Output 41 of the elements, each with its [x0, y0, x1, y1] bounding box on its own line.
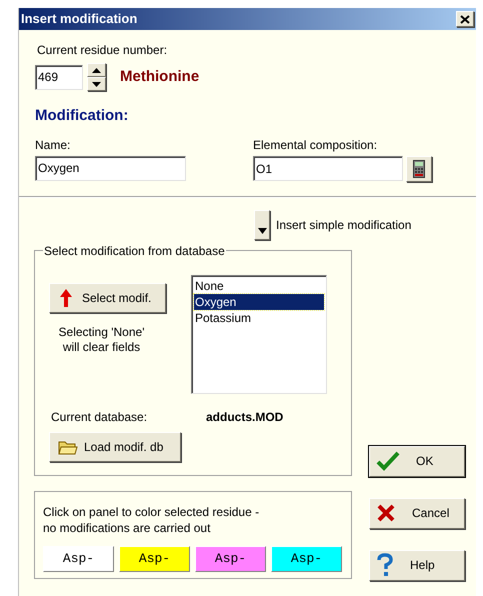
residue-number-field[interactable]: 469: [35, 64, 83, 90]
question-mark-icon: [376, 553, 394, 577]
panel-instructions: Click on panel to color selected residue - no modifications are carried out: [43, 504, 260, 536]
color-swatch[interactable]: Asp-: [195, 546, 266, 572]
list-item[interactable]: Oxygen: [194, 294, 324, 310]
close-icon: [376, 503, 396, 523]
check-icon: [376, 451, 400, 471]
field-label: Elemental composition:: [253, 136, 378, 154]
caret-icon: [258, 228, 266, 234]
dropdown-button[interactable]: [254, 210, 270, 240]
help-button[interactable]: Help: [369, 550, 465, 580]
button-label: Insert simple modification: [276, 216, 412, 234]
window-title: Insert modification: [21, 10, 138, 28]
list-item[interactable]: Potassium: [194, 310, 324, 326]
field-label: Current residue number:: [37, 42, 168, 59]
section-heading: Modification:: [35, 106, 130, 126]
load-button[interactable]: Load modif. db: [49, 432, 181, 462]
calculator-button[interactable]: [406, 156, 432, 182]
cancel-button[interactable]: Cancel: [369, 498, 465, 528]
color-swatch[interactable]: Asp-: [271, 546, 342, 572]
field-label: Name:: [35, 136, 72, 154]
color-swatch[interactable]: Asp-: [43, 546, 114, 572]
residue-name: Methionine: [120, 66, 200, 87]
ok-button[interactable]: OK: [369, 446, 465, 476]
select-button[interactable]: Select modif.: [49, 282, 166, 312]
hint-text: Selecting 'None' will clear fields: [58, 324, 146, 354]
database-name: adducts.MOD: [206, 408, 284, 426]
up-arrow-icon: [92, 68, 101, 72]
composition-field[interactable]: O1: [253, 156, 403, 181]
close-button[interactable]: [456, 11, 474, 27]
up-arrow-icon: [60, 288, 72, 306]
name-field[interactable]: Oxygen: [35, 156, 186, 180]
down-arrow-icon: [92, 82, 101, 86]
modification-list[interactable]: None Oxygen Potassium: [191, 274, 327, 394]
field-label: Current database:: [50, 408, 148, 426]
spin-buttons[interactable]: [87, 63, 106, 91]
color-swatch[interactable]: Asp-: [119, 546, 190, 572]
list-item[interactable]: None: [194, 278, 324, 294]
calculator-icon: [413, 160, 425, 178]
folder-icon: [58, 438, 78, 454]
close-icon: [460, 14, 470, 24]
